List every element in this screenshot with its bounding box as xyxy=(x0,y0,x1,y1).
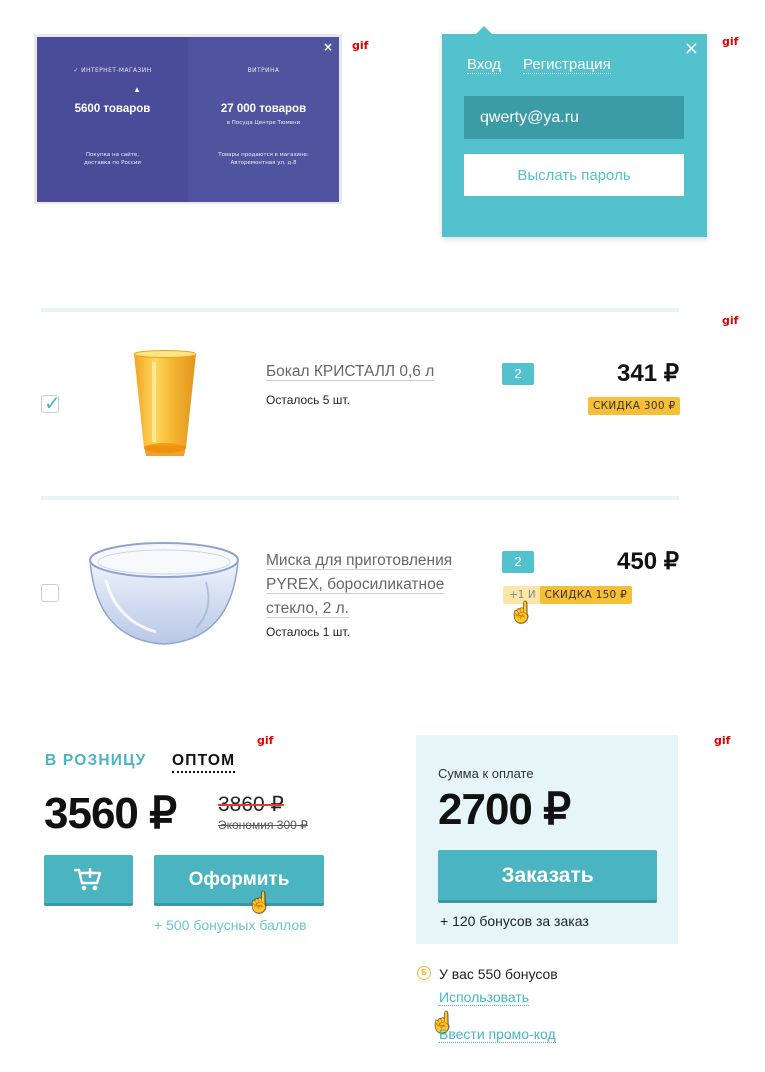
store-switch-panel: ✓ ИНТЕРНЕТ-МАГАЗИН ▲ 5600 товаров Покупк… xyxy=(34,34,342,204)
online-store-option[interactable]: ✓ ИНТЕРНЕТ-МАГАЗИН ▲ 5600 товаров Покупк… xyxy=(37,37,188,202)
order-bonus-note: + 120 бонусов за заказ xyxy=(440,913,589,929)
quantity-stepper[interactable]: 2 xyxy=(502,551,534,573)
divider xyxy=(41,308,679,312)
item-price: 341 ₽ xyxy=(617,360,679,387)
showcase-sub: в Посуда Центре Тюмени xyxy=(226,120,301,126)
discount-badge: СКИДКА 150 ₽ xyxy=(539,586,633,604)
bowl-product-image xyxy=(89,542,239,645)
divider xyxy=(41,496,679,500)
showcase-store-option[interactable]: ВИТРИНА 27 000 товаров в Посуда Центре Т… xyxy=(188,37,339,202)
item-checkbox[interactable]: ✓ xyxy=(41,391,61,415)
glass-product-image xyxy=(133,350,197,456)
showcase-caption: ВИТРИНА xyxy=(247,67,280,74)
use-bonus-link[interactable]: Использовать xyxy=(439,989,530,1006)
tab-register[interactable]: Регистрация xyxy=(523,56,611,74)
gif-label: gif xyxy=(722,314,739,327)
bonus-coin-icon: Б xyxy=(417,966,431,980)
send-password-button[interactable]: Выслать пароль xyxy=(464,154,684,196)
product-name-link[interactable]: Миска для приготовления PYREX, боросилик… xyxy=(266,549,453,621)
mouse-pointer-icon: ▲ xyxy=(133,85,141,94)
checkmark-icon: ✓ xyxy=(44,391,61,415)
mode-retail-tab[interactable]: В РОЗНИЦУ xyxy=(45,752,147,770)
stock-text: Осталось 5 шт. xyxy=(266,393,350,407)
checkout-button[interactable]: Оформить xyxy=(154,855,324,906)
email-field[interactable] xyxy=(464,96,684,139)
item-checkbox[interactable] xyxy=(41,584,59,602)
online-store-count: 5600 товаров xyxy=(74,103,151,115)
gif-label: gif xyxy=(257,734,274,747)
gif-label: gif xyxy=(714,734,731,747)
online-store-desc: Покупка на сайте, доставка по России xyxy=(83,152,142,166)
add-to-cart-button[interactable] xyxy=(44,855,133,906)
gif-label: gif xyxy=(352,39,369,52)
gif-label: gif xyxy=(722,35,739,48)
mode-wholesale-tab[interactable]: ОПТОМ xyxy=(172,752,236,773)
promo-code-link[interactable]: Ввести промо-код xyxy=(439,1026,556,1043)
discount-badge: СКИДКА 300 ₽ xyxy=(588,397,681,415)
order-button[interactable]: Заказать xyxy=(438,850,657,903)
economy-text: Экономия 300 ₽ xyxy=(218,818,308,832)
old-price: 3860 ₽ xyxy=(218,793,284,816)
product-name-link[interactable]: Бокал КРИСТАЛЛ 0,6 л xyxy=(266,360,435,384)
showcase-count: 27 000 товаров xyxy=(220,103,307,115)
pay-total: 2700 ₽ xyxy=(438,785,571,834)
stock-text: Осталось 1 шт. xyxy=(266,625,350,639)
close-icon[interactable]: × xyxy=(684,38,699,59)
tab-login[interactable]: Вход xyxy=(467,56,501,74)
close-icon[interactable]: × xyxy=(323,40,333,54)
hand-cursor-icon: ☝ xyxy=(509,602,534,624)
pay-label: Сумма к оплате xyxy=(438,766,534,781)
online-store-caption: ✓ ИНТЕРНЕТ-МАГАЗИН xyxy=(73,67,152,74)
cart-total: 3560 ₽ xyxy=(44,789,177,838)
item-price: 450 ₽ xyxy=(617,548,679,575)
showcase-desc: Товары продаются в магазине: Авторемонтн… xyxy=(218,152,309,166)
cart-add-icon xyxy=(74,868,102,891)
login-popup: Вход Регистрация × Выслать пароль xyxy=(442,26,707,237)
bonus-points-note: + 500 бонусных баллов xyxy=(154,917,307,933)
hand-cursor-icon: ☝ xyxy=(247,892,272,914)
bonus-balance: У вас 550 бонусов xyxy=(439,966,558,982)
quantity-stepper[interactable]: 2 xyxy=(502,363,534,385)
